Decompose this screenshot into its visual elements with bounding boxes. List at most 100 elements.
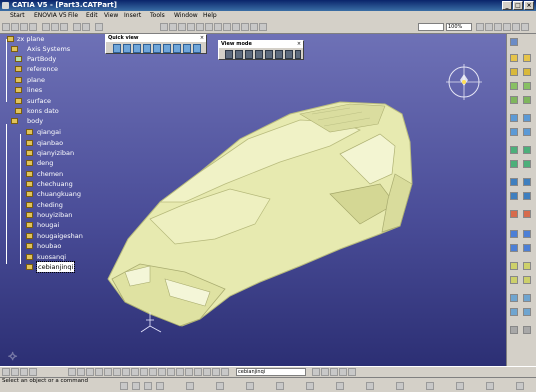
fill-icon[interactable] [523,96,531,104]
menu-help[interactable]: Help [203,11,217,21]
knowledge-icon[interactable] [20,368,28,376]
line-type-icon[interactable] [494,23,502,31]
hidden-lines-icon[interactable] [275,50,283,59]
paste-special-icon[interactable] [86,368,94,376]
edge-fillet-icon[interactable] [523,276,531,284]
rotate-surface-icon[interactable] [523,146,531,154]
analysis-check-icon[interactable] [330,368,338,376]
iso-view-icon[interactable] [232,23,240,31]
cut-icon[interactable] [42,23,50,31]
layer-icon[interactable] [521,23,529,31]
sketch-icon[interactable] [510,54,518,62]
fit-all-in-icon[interactable] [113,44,121,53]
menu-enovia[interactable]: ENOVIA V5 [34,11,67,21]
parameter-icon[interactable] [11,368,19,376]
close-icon[interactable]: × [296,41,302,47]
print-icon[interactable] [29,23,37,31]
point-icon[interactable] [523,54,531,62]
open-icon[interactable] [11,23,19,31]
menu-window[interactable]: Window [174,11,198,21]
trim-icon[interactable] [510,128,518,136]
search-icon[interactable] [203,368,211,376]
zoom-in-icon[interactable] [196,23,204,31]
taskbar-app-icon[interactable] [120,382,128,390]
taskbar-app-icon[interactable] [456,382,464,390]
copy-icon[interactable] [51,23,59,31]
sync-icon[interactable] [348,368,356,376]
swap-space-icon[interactable] [259,23,267,31]
new-icon[interactable] [2,23,10,31]
menu-start[interactable]: Start [10,11,25,21]
fly-mode-icon[interactable] [160,23,168,31]
maximize-button[interactable]: □ [513,1,523,10]
catalog-icon[interactable] [68,368,76,376]
taskbar-app-icon[interactable] [516,382,524,390]
join-icon[interactable] [510,114,518,122]
offset-icon[interactable] [523,178,531,186]
line-icon[interactable] [510,68,518,76]
properties-icon[interactable] [140,368,148,376]
grid-icon[interactable] [95,368,103,376]
shading-with-edges-icon[interactable] [235,50,243,59]
whats-this-icon[interactable] [95,23,103,31]
taskbar-app-icon[interactable] [144,382,152,390]
extrude-icon[interactable] [510,82,518,90]
zoom-combo[interactable]: 100% [446,23,472,31]
measure-icon[interactable] [510,230,518,238]
redo-icon[interactable] [82,23,90,31]
work-object-selector[interactable]: cebianjinqi [236,368,306,376]
inertia-icon[interactable] [510,244,518,252]
close-button[interactable]: × [524,1,534,10]
boundary-icon[interactable] [523,128,531,136]
properties-icon[interactable] [476,23,484,31]
pan-icon[interactable] [178,23,186,31]
fit-all-icon[interactable] [169,23,177,31]
sweep-icon[interactable] [510,96,518,104]
translate-icon[interactable] [510,146,518,154]
normal-view-icon[interactable] [163,44,171,53]
menu-tools[interactable]: Tools [150,11,165,21]
blend-icon[interactable] [510,276,518,284]
select-icon[interactable] [77,368,85,376]
center-graph-icon[interactable] [167,368,175,376]
shading-icon[interactable] [241,23,249,31]
view-mode-icon[interactable] [193,44,201,53]
view-options-icon[interactable] [295,50,301,59]
spline-icon[interactable] [523,192,531,200]
shading-edges-hidden-icon[interactable] [245,50,253,59]
customize-view-icon[interactable] [285,50,293,59]
apply-icon[interactable] [321,368,329,376]
collapse-tree-icon[interactable] [194,368,202,376]
multi-section-icon[interactable] [523,262,531,270]
quick-view-icon[interactable] [183,44,191,53]
update-icon[interactable] [523,294,531,302]
taskbar-app-icon[interactable] [186,382,194,390]
zoom-out-icon[interactable] [153,44,161,53]
reframe-icon[interactable] [176,368,184,376]
rotate-icon[interactable] [187,23,195,31]
pan-icon[interactable] [123,44,131,53]
color-filter-icon[interactable] [104,368,112,376]
menu-edit[interactable]: Edit [86,11,98,21]
create-multi-view-icon[interactable] [173,44,181,53]
shading-icon[interactable] [225,50,233,59]
menu-file[interactable]: File [68,11,78,21]
quick-view-toolbar[interactable]: Quick view × [105,34,207,54]
split-icon[interactable] [523,114,531,122]
close-icon[interactable]: × [199,35,205,41]
swap-visible-icon[interactable] [131,368,139,376]
workbench-icon[interactable] [510,38,518,46]
normal-view-icon[interactable] [214,23,222,31]
line-weight-icon[interactable] [503,23,511,31]
save-icon[interactable] [20,23,28,31]
multi-view-icon[interactable] [223,23,231,31]
taskbar-app-icon[interactable] [426,382,434,390]
measure-item-icon[interactable] [523,230,531,238]
define-in-work-object-icon[interactable] [158,368,166,376]
zoom-out-icon[interactable] [205,23,213,31]
minimize-button[interactable]: _ [502,1,512,10]
taskbar-app-icon[interactable] [246,382,254,390]
measure-icon[interactable] [212,368,220,376]
shading-with-material-icon[interactable] [255,50,263,59]
formula-icon[interactable] [2,368,10,376]
